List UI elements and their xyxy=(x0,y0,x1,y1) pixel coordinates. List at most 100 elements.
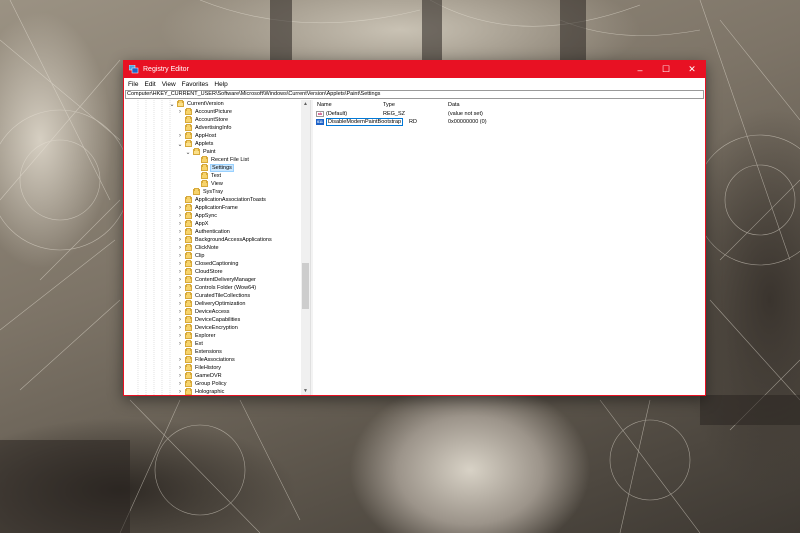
expand-chevron-icon[interactable]: › xyxy=(176,357,184,363)
scroll-up-icon[interactable]: ▲ xyxy=(301,100,310,108)
collapse-chevron-icon[interactable]: ⌄ xyxy=(184,149,192,156)
menu-edit[interactable]: Edit xyxy=(144,81,155,88)
address-bar[interactable]: Computer\HKEY_CURRENT_USER\Software\Micr… xyxy=(125,90,704,99)
expand-chevron-icon[interactable]: › xyxy=(176,389,184,395)
tree-item[interactable]: › Ext xyxy=(176,340,203,348)
folder-icon xyxy=(185,140,192,147)
folder-icon xyxy=(185,196,192,203)
expand-chevron-icon[interactable]: › xyxy=(176,301,184,307)
close-button[interactable]: ✕ xyxy=(679,61,705,78)
key-tree-pane[interactable]: ▲ ▼ ⌄ CurrentVersion › AccountPicture Accoun… xyxy=(124,100,310,395)
expand-chevron-icon[interactable]: › xyxy=(176,325,184,331)
column-header-type[interactable]: Type xyxy=(383,102,395,108)
registry-editor-app-icon xyxy=(129,65,139,74)
column-header-data[interactable]: Data xyxy=(448,102,460,108)
value-list-pane[interactable]: Name Type Data ab (Default) REG_SZ (valu… xyxy=(313,100,705,395)
tree-item[interactable]: › ClickNote xyxy=(176,244,219,252)
tree-item[interactable]: › DeviceAccess xyxy=(176,308,230,316)
folder-icon xyxy=(201,164,208,171)
expand-chevron-icon[interactable]: › xyxy=(176,237,184,243)
tree-item[interactable]: › Controls Folder (Wow64) xyxy=(176,284,256,292)
title-bar[interactable]: Registry Editor – ☐ ✕ xyxy=(124,61,705,78)
menu-help[interactable]: Help xyxy=(214,81,227,88)
expand-chevron-icon[interactable]: › xyxy=(176,341,184,347)
maximize-button[interactable]: ☐ xyxy=(653,61,679,78)
menu-file[interactable]: File xyxy=(128,81,138,88)
expand-chevron-icon[interactable]: › xyxy=(176,373,184,379)
tree-item[interactable]: ⌄ CurrentVersion xyxy=(168,100,224,108)
expand-chevron-icon[interactable]: › xyxy=(176,309,184,315)
tree-item[interactable]: ApplicationAssociationToasts xyxy=(176,196,266,204)
menu-favorites[interactable]: Favorites xyxy=(182,81,209,88)
expand-chevron-icon[interactable]: › xyxy=(176,317,184,323)
tree-item[interactable]: › AppX xyxy=(176,220,208,228)
menu-view[interactable]: View xyxy=(162,81,176,88)
rename-value-input[interactable]: DisableModernPaintBootstrap xyxy=(326,118,404,126)
expand-chevron-icon[interactable]: › xyxy=(176,277,184,283)
folder-icon xyxy=(185,228,192,235)
value-row-disable-modern-paint-bootstrap[interactable]: 011 DisableModernPaintBootstrap RD 0x000… xyxy=(316,118,487,126)
tree-item[interactable]: › FileHistory xyxy=(176,364,221,372)
collapse-chevron-icon[interactable]: ⌄ xyxy=(176,141,184,148)
tree-item[interactable]: › AppSync xyxy=(176,212,217,220)
tree-item[interactable]: › Explorer xyxy=(176,332,215,340)
tree-item[interactable]: › ApplicationFrame xyxy=(176,204,238,212)
tree-item[interactable]: › CuratedTileCollections xyxy=(176,292,250,300)
tree-item[interactable]: Extensions xyxy=(176,348,222,356)
tree-item[interactable]: › CloudStore xyxy=(176,268,223,276)
expand-chevron-icon[interactable]: › xyxy=(176,381,184,387)
tree-item[interactable]: › Group Policy xyxy=(176,380,227,388)
folder-icon xyxy=(185,236,192,243)
expand-chevron-icon[interactable]: › xyxy=(176,205,184,211)
tree-item[interactable]: › FileAssociations xyxy=(176,356,235,364)
folder-icon xyxy=(185,116,192,123)
tree-item[interactable]: › Holographic xyxy=(176,388,224,395)
scroll-thumb[interactable] xyxy=(302,263,309,309)
expand-chevron-icon[interactable]: › xyxy=(176,245,184,251)
tree-item[interactable]: › DeviceCapabilities xyxy=(176,316,240,324)
tree-item[interactable]: Text xyxy=(192,172,221,180)
tree-item[interactable]: Settings xyxy=(192,164,234,172)
expand-chevron-icon[interactable]: › xyxy=(176,285,184,291)
tree-item[interactable]: › ContentDeliveryManager xyxy=(176,276,256,284)
tree-item[interactable]: › DeliveryOptimization xyxy=(176,300,245,308)
tree-item[interactable]: › AppHost xyxy=(176,132,216,140)
expand-chevron-icon[interactable]: › xyxy=(176,229,184,235)
tree-item[interactable]: AccountStore xyxy=(176,116,228,124)
folder-icon xyxy=(185,132,192,139)
folder-icon xyxy=(185,204,192,211)
tree-item[interactable]: AdvertisingInfo xyxy=(176,124,231,132)
expand-chevron-icon[interactable]: › xyxy=(176,109,184,115)
expand-chevron-icon[interactable]: › xyxy=(176,133,184,139)
folder-icon xyxy=(185,244,192,251)
value-row-default[interactable]: ab (Default) REG_SZ (value not set) xyxy=(316,110,483,118)
tree-item[interactable]: SysTray xyxy=(184,188,223,196)
expand-chevron-icon[interactable]: › xyxy=(176,221,184,227)
tree-item[interactable]: › GameDVR xyxy=(176,372,222,380)
tree-item[interactable]: › BackgroundAccessApplications xyxy=(176,236,272,244)
value-data: 0x00000000 (0) xyxy=(448,119,487,125)
tree-scrollbar[interactable]: ▲ ▼ xyxy=(301,100,310,395)
tree-item-label: SysTray xyxy=(203,189,223,195)
tree-item[interactable]: › DeviceEncryption xyxy=(176,324,238,332)
tree-item[interactable]: › Clip xyxy=(176,252,204,260)
tree-item[interactable]: Recent File List xyxy=(192,156,249,164)
expand-chevron-icon[interactable]: › xyxy=(176,269,184,275)
expand-chevron-icon[interactable]: › xyxy=(176,333,184,339)
expand-chevron-icon[interactable]: › xyxy=(176,293,184,299)
tree-item-label: CloudStore xyxy=(195,269,223,275)
expand-chevron-icon[interactable]: › xyxy=(176,365,184,371)
tree-item[interactable]: › Authentication xyxy=(176,228,230,236)
collapse-chevron-icon[interactable]: ⌄ xyxy=(168,101,176,108)
tree-item[interactable]: ⌄ Applets xyxy=(176,140,213,148)
expand-chevron-icon[interactable]: › xyxy=(176,261,184,267)
tree-item[interactable]: View xyxy=(192,180,223,188)
expand-chevron-icon[interactable]: › xyxy=(176,213,184,219)
scroll-down-icon[interactable]: ▼ xyxy=(301,387,310,395)
tree-item[interactable]: › AccountPicture xyxy=(176,108,232,116)
minimize-button[interactable]: – xyxy=(627,61,653,78)
column-header-name[interactable]: Name xyxy=(317,102,332,108)
tree-item[interactable]: ⌄ Paint xyxy=(184,148,216,156)
tree-item[interactable]: › ClosedCaptioning xyxy=(176,260,238,268)
expand-chevron-icon[interactable]: › xyxy=(176,253,184,259)
